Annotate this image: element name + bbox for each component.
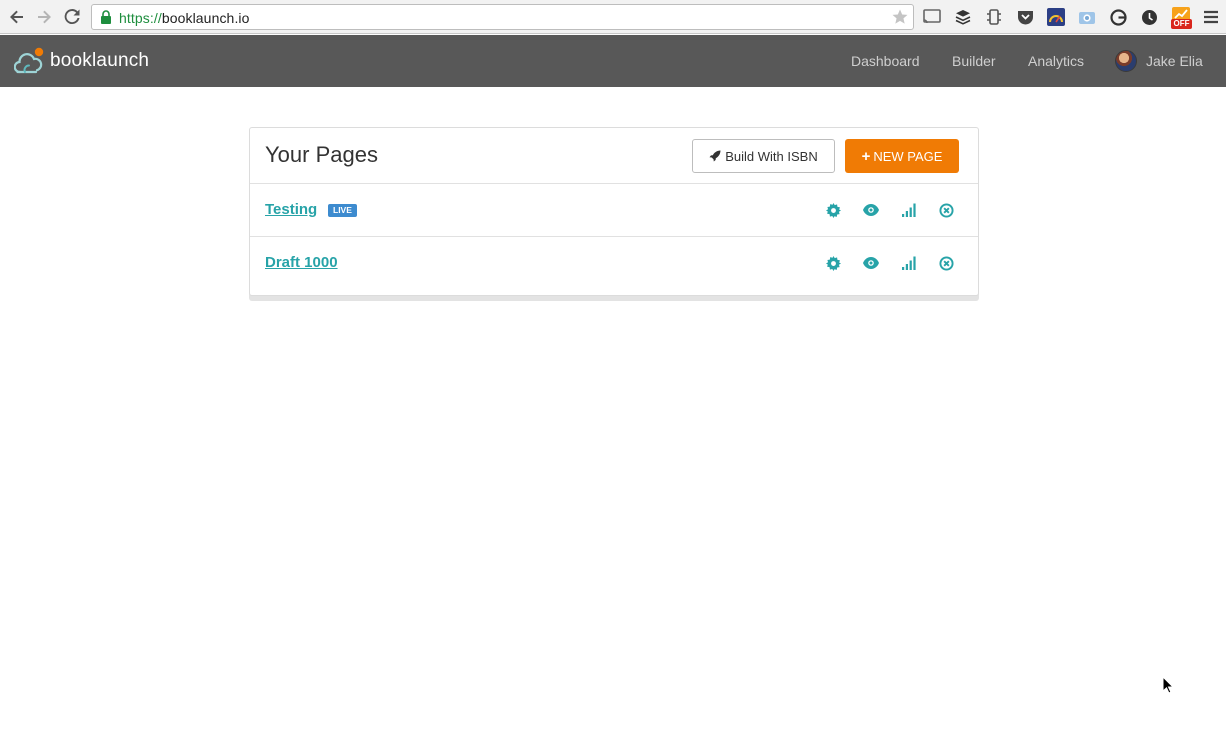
pocket-icon[interactable] <box>1015 7 1035 27</box>
cast-icon[interactable] <box>922 7 942 27</box>
menu-icon[interactable] <box>1201 7 1221 27</box>
mouse-cursor-icon <box>1162 675 1175 699</box>
back-icon[interactable] <box>7 7 27 27</box>
delete-circle-x-icon[interactable] <box>937 201 955 219</box>
pages-panel: Your Pages Build With ISBN + NEW PAGE Te… <box>249 127 979 296</box>
nav-builder[interactable]: Builder <box>952 35 996 87</box>
user-menu[interactable]: Jake Elia <box>1115 35 1203 87</box>
nav-analytics[interactable]: Analytics <box>1028 35 1084 87</box>
build-with-isbn-label: Build With ISBN <box>725 148 818 164</box>
brand-logo[interactable]: booklaunch <box>14 44 149 78</box>
build-with-isbn-button[interactable]: Build With ISBN <box>692 139 835 173</box>
analytics-signal-icon[interactable] <box>900 201 918 219</box>
forward-icon[interactable] <box>34 7 54 27</box>
cloud-logo-icon <box>14 47 44 74</box>
status-badge: LIVE <box>328 204 357 217</box>
preview-eye-icon[interactable] <box>862 254 880 272</box>
panel-header: Your Pages Build With ISBN + NEW PAGE <box>250 128 978 184</box>
camera-icon[interactable] <box>1077 7 1097 27</box>
brand-name: booklaunch <box>50 50 150 71</box>
table-row: Draft 1000 <box>250 237 978 290</box>
ext-off-badge: OFF <box>1171 19 1192 29</box>
app-header: booklaunch Dashboard Builder Analytics J… <box>0 35 1226 87</box>
rocket-icon <box>709 150 721 162</box>
address-bar[interactable]: https://booklaunch.io <box>91 4 914 30</box>
page-link-draft-1000[interactable]: Draft 1000 <box>265 254 338 271</box>
speedtest-icon[interactable] <box>1046 7 1066 27</box>
analytics-off-icon[interactable]: OFF <box>1170 6 1192 30</box>
buffer-icon[interactable] <box>953 7 973 27</box>
lock-icon <box>100 10 112 29</box>
url-text: https://booklaunch.io <box>119 10 250 26</box>
bookmark-star-icon[interactable] <box>891 8 909 31</box>
page-title: Your Pages <box>265 142 378 167</box>
delete-circle-x-icon[interactable] <box>937 254 955 272</box>
page-link-testing[interactable]: Testing <box>265 201 317 218</box>
url-host: booklaunch.io <box>161 10 250 26</box>
grammarly-icon[interactable] <box>1108 7 1128 27</box>
analytics-signal-icon[interactable] <box>900 254 918 272</box>
user-name: Jake Elia <box>1146 53 1203 69</box>
preview-eye-icon[interactable] <box>862 201 880 219</box>
url-scheme: https:// <box>119 10 162 26</box>
table-row: Testing LIVE <box>250 184 978 237</box>
settings-gear-icon[interactable] <box>824 201 842 219</box>
avatar <box>1115 50 1137 72</box>
new-page-label: NEW PAGE <box>873 148 943 164</box>
clock-icon[interactable] <box>1139 7 1159 27</box>
new-page-button[interactable]: + NEW PAGE <box>845 139 959 173</box>
settings-gear-icon[interactable] <box>824 254 842 272</box>
plus-icon: + <box>861 147 871 165</box>
device-icon[interactable] <box>984 7 1004 27</box>
reload-icon[interactable] <box>62 7 82 27</box>
nav-dashboard[interactable]: Dashboard <box>851 35 920 87</box>
browser-toolbar: https://booklaunch.io OFF <box>0 0 1226 34</box>
